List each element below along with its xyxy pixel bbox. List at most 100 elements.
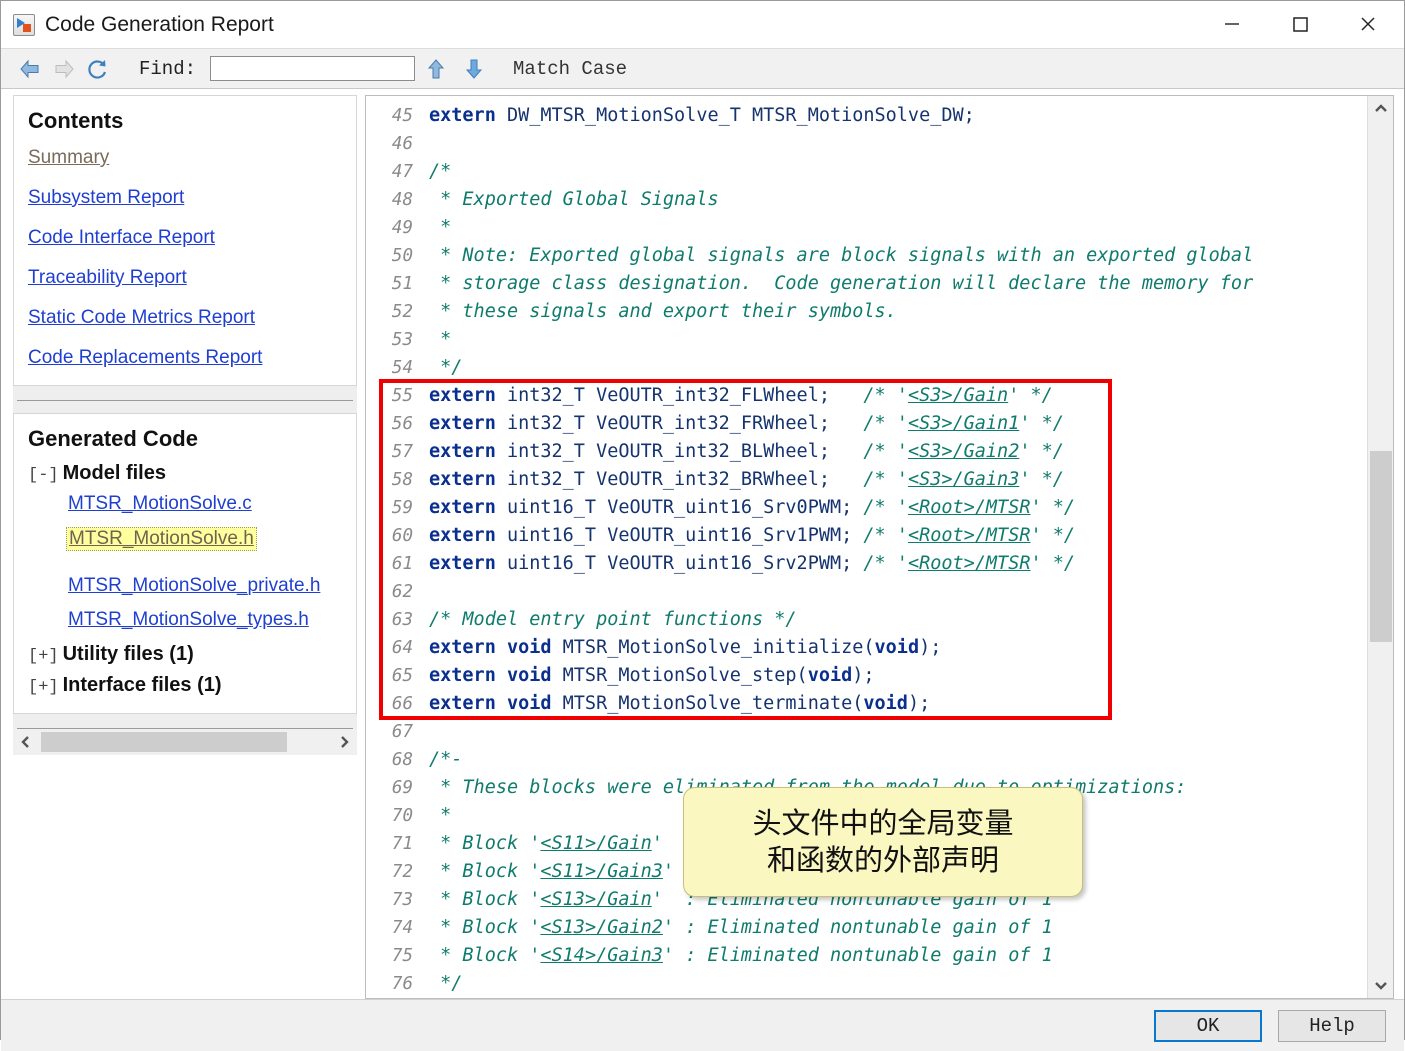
code-line: 60 extern uint16_T VeOUTR_uint16_Srv1PWM;… — [366, 522, 1367, 550]
line-content: extern void MTSR_MotionSolve_step(void); — [429, 662, 875, 690]
contents-heading: Contents — [28, 108, 124, 133]
tree-group-utility-files[interactable]: [+] Utility files (1) — [28, 643, 356, 666]
window-title: Code Generation Report — [45, 12, 274, 36]
toc-link-static-code-metrics-report[interactable]: Static Code Metrics Report — [28, 308, 342, 327]
toc-link-traceability-report[interactable]: Traceability Report — [28, 268, 342, 287]
code-block-link[interactable]: <S3>/Gain2 — [908, 441, 1019, 462]
line-number: 75 — [391, 946, 413, 966]
search-input[interactable] — [210, 56, 416, 81]
line-number: 67 — [391, 722, 413, 742]
line-content: extern void MTSR_MotionSolve_initialize(… — [429, 634, 941, 662]
generated-code-panel: Generated Code [-] Model files MTSR_Motio… — [13, 413, 357, 714]
code-block-link[interactable]: <S13>/Gain2 — [540, 917, 663, 938]
toc-link-summary[interactable]: Summary — [28, 148, 342, 167]
expand-toggle-interface-files[interactable]: [+] — [28, 678, 59, 697]
scroll-down-icon[interactable] — [1368, 972, 1394, 998]
code-token: MTSR_MotionSolve_initialize( — [562, 637, 875, 658]
line-number: 72 — [391, 862, 413, 882]
code-line: 56 extern int32_T VeOUTR_int32_FRWheel; /… — [366, 410, 1367, 438]
find-next-icon[interactable] — [457, 54, 491, 84]
back-arrow-icon[interactable] — [13, 54, 47, 84]
code-token: extern — [429, 385, 507, 406]
code-block-link[interactable]: <S3>/Gain — [908, 385, 1008, 406]
match-case-label[interactable]: Match Case — [513, 58, 627, 80]
toc-link-code-interface-report[interactable]: Code Interface Report — [28, 228, 342, 247]
line-content: */ — [429, 970, 462, 998]
collapse-toggle-model-files[interactable]: [-] — [28, 466, 59, 485]
scroll-up-icon[interactable] — [1368, 96, 1394, 122]
file-link-mtsr-motionsolve-types-h[interactable]: MTSR_MotionSolve_types.h — [68, 609, 356, 631]
code-token: ' : Eliminated nontunable gain of 1 — [662, 945, 1053, 966]
close-button[interactable] — [1334, 1, 1402, 47]
code-block-link[interactable]: <Root>/MTSR — [908, 497, 1031, 518]
code-block-link[interactable]: <S3>/Gain1 — [908, 413, 1019, 434]
code-token: void — [807, 665, 853, 686]
code-token: * — [429, 805, 452, 826]
line-content: * Block '<S13>/Gain2' : Eliminated nontu… — [429, 914, 1053, 942]
line-number: 46 — [391, 134, 413, 154]
annotation-callout: 头文件中的全局变量 和函数的外部声明 — [683, 787, 1083, 897]
tree-group-label: Interface files (1) — [62, 674, 222, 696]
line-number: 55 — [391, 386, 413, 406]
expand-toggle-utility-files[interactable]: [+] — [28, 647, 59, 666]
code-block-link[interactable]: <S13>/Gain — [540, 889, 651, 910]
code-block-link[interactable]: <S11>/Gain3 — [540, 861, 663, 882]
refresh-icon[interactable] — [81, 54, 115, 84]
line-number: 73 — [391, 890, 413, 910]
toc-link-subsystem-report[interactable]: Subsystem Report — [28, 188, 342, 207]
code-line: 51 * storage class designation. Code gen… — [366, 270, 1367, 298]
code-token: void — [874, 637, 920, 658]
contents-panel: Contents Summary Subsystem Report Code I… — [13, 95, 357, 386]
code-text-area[interactable]: 45 extern DW_MTSR_MotionSolve_T MTSR_Moti… — [366, 96, 1367, 998]
code-token: ' */ — [1019, 413, 1064, 434]
code-vertical-scrollbar[interactable] — [1367, 96, 1393, 998]
minimize-button[interactable] — [1198, 1, 1266, 47]
ok-button[interactable]: OK — [1154, 1009, 1262, 1042]
line-number: 69 — [391, 778, 413, 798]
line-number: 62 — [391, 582, 413, 602]
code-block-link[interactable]: <Root>/MTSR — [908, 553, 1031, 574]
code-line: 67 — [366, 718, 1367, 746]
sidebar-divider-1 — [17, 400, 353, 401]
code-token: * these signals and export their symbols… — [429, 301, 897, 322]
code-block-link[interactable]: <S3>/Gain3 — [908, 469, 1019, 490]
code-line: 57 extern int32_T VeOUTR_int32_BLWheel; /… — [366, 438, 1367, 466]
code-line: 61 extern uint16_T VeOUTR_uint16_Srv2PWM;… — [366, 550, 1367, 578]
line-content: extern uint16_T VeOUTR_uint16_Srv2PWM; /… — [429, 550, 1075, 578]
line-content: /* Model entry point functions */ — [429, 606, 797, 634]
code-scroll-thumb[interactable] — [1369, 451, 1392, 642]
tree-group-interface-files[interactable]: [+] Interface files (1) — [28, 674, 356, 697]
code-line: 47 /* — [366, 158, 1367, 186]
maximize-button[interactable] — [1266, 1, 1334, 47]
help-button[interactable]: Help — [1278, 1009, 1386, 1042]
file-link-mtsr-motionsolve-c[interactable]: MTSR_MotionSolve.c — [68, 493, 356, 515]
line-number: 59 — [391, 498, 413, 518]
code-token: * — [429, 217, 452, 238]
code-block-link[interactable]: <S11>/Gain — [540, 833, 651, 854]
file-link-mtsr-motionsolve-h[interactable]: MTSR_MotionSolve.h — [66, 527, 257, 551]
code-token: int32_T VeOUTR_int32_BRWheel; — [506, 469, 853, 490]
file-link-mtsr-motionsolve-private-h[interactable]: MTSR_MotionSolve_private.h — [68, 575, 356, 597]
code-token: void — [863, 693, 908, 714]
code-token: uint16_T VeOUTR_uint16_Srv2PWM; — [506, 553, 853, 574]
code-token: MTSR_MotionSolve_step( — [562, 665, 808, 686]
code-line: 68 /*- — [366, 746, 1367, 774]
code-token: * Block ' — [429, 917, 541, 938]
sidebar-divider-2 — [17, 728, 353, 729]
code-line: 49 * — [366, 214, 1367, 242]
line-number: 54 — [391, 358, 413, 378]
find-previous-icon[interactable] — [419, 54, 453, 84]
tree-group-model-files[interactable]: [-] Model files — [28, 462, 356, 485]
main-area: Contents Summary Subsystem Report Code I… — [1, 89, 1404, 999]
forward-arrow-icon[interactable] — [47, 54, 81, 84]
code-token: * Note: Exported global signals are bloc… — [429, 245, 1254, 266]
code-block-link[interactable]: <Root>/MTSR — [908, 525, 1031, 546]
sidebar-column: Contents Summary Subsystem Report Code I… — [1, 89, 357, 999]
toc-link-code-replacements-report[interactable]: Code Replacements Report — [28, 348, 342, 367]
sidebar-scroll-thumb[interactable] — [41, 732, 287, 752]
scroll-right-icon[interactable] — [331, 729, 357, 755]
sidebar-horizontal-scrollbar[interactable] — [13, 729, 357, 755]
scroll-left-icon[interactable] — [13, 729, 39, 755]
code-line: 62 — [366, 578, 1367, 606]
code-block-link[interactable]: <S14>/Gain3 — [540, 945, 663, 966]
